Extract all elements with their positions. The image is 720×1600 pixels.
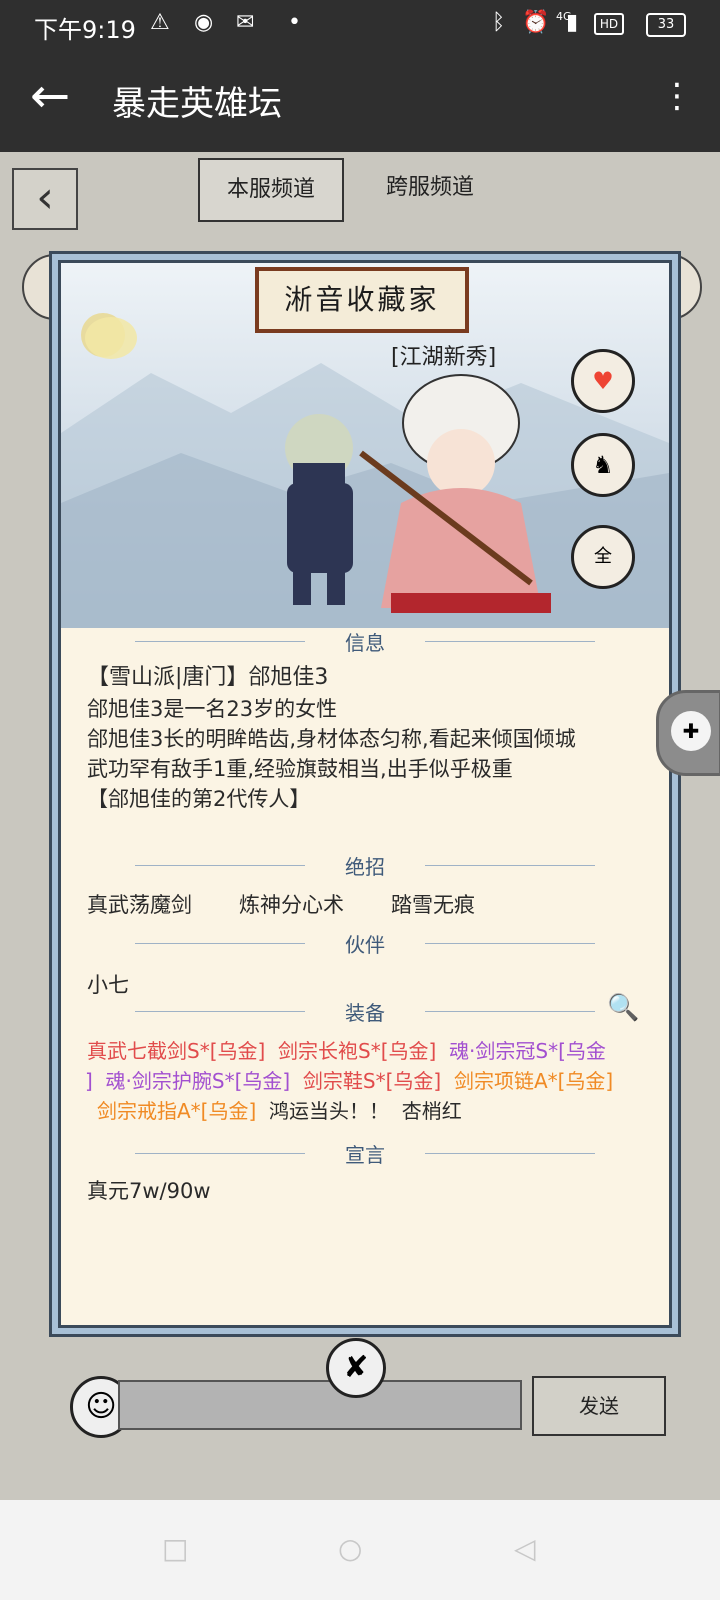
- home-icon[interactable]: ○: [338, 1532, 362, 1565]
- status-time: 下午9:19: [34, 16, 136, 44]
- section-title-declaration: 宣言: [345, 1143, 385, 1167]
- character-name-line: 【雪山派|唐门】郃旭佳3: [87, 665, 329, 690]
- section-title-skills: 绝招: [345, 855, 385, 879]
- equipment-item[interactable]: 魂·剑宗护腕S*[乌金]: [106, 1069, 291, 1093]
- info-line: 郃旭佳3是一名23岁的女性: [87, 697, 338, 721]
- partner-name: 小七: [87, 973, 129, 997]
- alarm-icon: ⏰: [522, 10, 550, 35]
- system-nav-bar: □ ○ ◁: [0, 1500, 720, 1600]
- profile-card: 淅音收藏家 [江湖新秀] ♥ ♞ 全 信息 【雪山派|唐门】郃旭佳3 郃旭佳3是…: [58, 260, 672, 1328]
- section-title-partner: 伙伴: [345, 933, 385, 957]
- back-nav-icon[interactable]: ◁: [514, 1532, 536, 1565]
- floating-assistant-button[interactable]: ✚: [656, 690, 720, 776]
- equipment-item[interactable]: 魂·剑宗冠S*[乌金: [449, 1039, 606, 1063]
- chat-input[interactable]: [118, 1380, 522, 1430]
- horse-icon[interactable]: ♞: [571, 433, 635, 497]
- app-title: 暴走英雄坛: [112, 84, 282, 124]
- equipment-item[interactable]: 真武七截剑S*[乌金]: [87, 1039, 265, 1063]
- app-bar: ← 暴走英雄坛 ⋮: [0, 48, 720, 152]
- close-icon[interactable]: ✘: [326, 1338, 386, 1398]
- section-title-equipment: 装备: [345, 1001, 385, 1025]
- skill-item: 炼神分心术: [239, 893, 344, 917]
- battery-icon: 33: [646, 13, 686, 37]
- more-menu-icon[interactable]: ⋮: [660, 76, 694, 116]
- magnifier-icon[interactable]: 🔍: [607, 993, 639, 1023]
- equipment-item[interactable]: 剑宗戒指A*[乌金]: [97, 1099, 256, 1123]
- equipment-row: 剑宗戒指A*[乌金] 鸿运当头！！ 杏梢红: [97, 1095, 462, 1124]
- declaration-text: 真元7w/90w: [87, 1179, 211, 1203]
- skill-item: 踏雪无痕: [391, 893, 475, 917]
- equipment-row: ] 魂·剑宗护腕S*[乌金] 剑宗鞋S*[乌金] 剑宗项链A*[乌金]: [85, 1065, 613, 1094]
- game-assistant-icon: ✚: [671, 711, 711, 751]
- tab-cross-server[interactable]: 跨服频道: [360, 158, 500, 218]
- bluetooth-icon: ᛒ: [492, 10, 506, 35]
- warning-icon: ⚠: [150, 10, 170, 35]
- back-arrow-icon[interactable]: ←: [30, 70, 70, 122]
- info-line: 【郃旭佳的第2代传人】: [87, 787, 311, 811]
- emblem-icon: [85, 317, 137, 359]
- equipment-item[interactable]: 杏梢红: [402, 1099, 462, 1123]
- full-half-body-toggle-icon[interactable]: 全: [571, 525, 635, 589]
- dot-icon: •: [288, 10, 301, 35]
- wechat-icon: ✉: [236, 10, 255, 35]
- qq-icon: ◉: [194, 10, 214, 35]
- section-title-info: 信息: [345, 631, 385, 655]
- equipment-item[interactable]: 剑宗鞋S*[乌金]: [303, 1069, 441, 1093]
- equipment-item[interactable]: 剑宗长袍S*[乌金]: [278, 1039, 436, 1063]
- equipment-item[interactable]: 剑宗项链A*[乌金]: [454, 1069, 613, 1093]
- signal-icon: ▮: [566, 10, 579, 35]
- info-line: 郃旭佳3长的明眸皓齿,身材体态匀称,看起来倾国倾城: [87, 727, 576, 751]
- equipment-row: 真武七截剑S*[乌金] 剑宗长袍S*[乌金] 魂·剑宗冠S*[乌金: [87, 1035, 606, 1064]
- equipment-item[interactable]: 鸿运当头！！: [269, 1099, 389, 1123]
- info-line: 武功罕有敌手1重,经验旗鼓相当,出手似乎极重: [87, 757, 513, 781]
- title-banner: 淅音收藏家: [255, 267, 469, 333]
- recent-apps-icon[interactable]: □: [162, 1532, 188, 1565]
- send-button[interactable]: 发送: [532, 1376, 666, 1436]
- skill-item: 真武荡魔剑: [87, 893, 192, 917]
- heart-icon[interactable]: ♥: [571, 349, 635, 413]
- chevron-left-icon[interactable]: ‹: [12, 168, 78, 230]
- equipment-item[interactable]: ]: [85, 1069, 93, 1093]
- rank-label: [江湖新秀]: [391, 345, 497, 370]
- tab-local-server[interactable]: 本服频道: [198, 158, 344, 222]
- hd-icon: HD: [594, 13, 624, 35]
- status-bar: 下午9:19 ⚠ ◉ ✉ • ᛒ ⏰ 4G ▮ HD 33: [0, 0, 720, 48]
